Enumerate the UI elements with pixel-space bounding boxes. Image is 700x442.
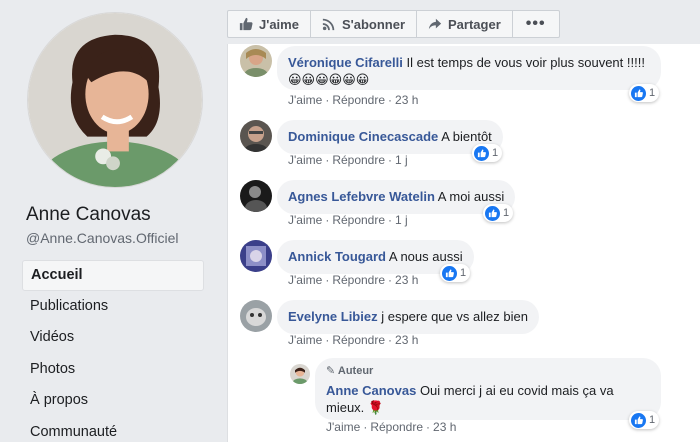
comment-like-link[interactable]: J'aime — [326, 420, 360, 434]
comments-panel: Véronique Cifarelli Il est temps de vous… — [227, 44, 700, 442]
page-title[interactable]: Anne Canovas — [26, 204, 151, 226]
comment-author[interactable]: Evelyne Libiez — [288, 309, 378, 324]
comment-actions: J'aime · Répondre · 1 j — [288, 153, 408, 167]
comment-author[interactable]: Agnes Lefebvre Watelin — [288, 189, 435, 204]
commenter-avatar[interactable] — [240, 120, 272, 152]
page-action-toolbar: J'aime S'abonner Partager ••• — [227, 10, 560, 38]
comment-actions: J'aime · Répondre · 23 h — [288, 93, 419, 107]
comment-time[interactable]: 23 h — [395, 273, 418, 287]
comment-like-link[interactable]: J'aime — [288, 93, 322, 107]
nav-item-communaute[interactable]: Communauté — [22, 418, 204, 442]
author-badge: ✎ Auteur — [326, 365, 374, 377]
nav-item-publications[interactable]: Publications — [22, 292, 204, 323]
commenter-avatar[interactable] — [240, 45, 272, 77]
more-options-button[interactable]: ••• — [511, 10, 560, 38]
share-label: Partager — [448, 16, 501, 32]
comment-text: A bientôt — [441, 129, 492, 144]
like-reaction-icon — [485, 205, 500, 221]
comment-like-link[interactable]: J'aime — [288, 333, 322, 347]
rose-emoji: 🌹 — [367, 400, 385, 415]
comment-actions: J'aime · Répondre · 23 h — [288, 333, 419, 347]
commenter-avatar[interactable] — [240, 300, 272, 332]
nav-item-photos[interactable]: Photos — [22, 355, 204, 386]
like-page-button[interactable]: J'aime — [227, 10, 311, 38]
comment-reply-link[interactable]: Répondre — [332, 93, 385, 107]
nav-item-accueil[interactable]: Accueil — [22, 260, 204, 291]
like-reaction-icon — [474, 145, 489, 161]
comment-actions: J'aime · Répondre · 1 j — [288, 213, 408, 227]
comment-bubble: Evelyne Libiez j espere que vs allez bie… — [277, 300, 539, 334]
comment-actions: J'aime · Répondre · 23 h — [326, 420, 457, 434]
subscribe-button[interactable]: S'abonner — [309, 10, 417, 38]
comment-text: A moi aussi — [437, 189, 505, 204]
comment-reply-link[interactable]: Répondre — [332, 273, 385, 287]
comment-text: A nous aussi — [388, 249, 463, 264]
share-arrow-icon — [428, 17, 442, 31]
comment-time[interactable]: 23 h — [433, 420, 456, 434]
like-page-label: J'aime — [259, 16, 299, 32]
comment-author[interactable]: Annick Tougard — [288, 249, 386, 264]
comment-reply-link[interactable]: Répondre — [332, 153, 385, 167]
author-reply-avatar[interactable] — [290, 364, 310, 384]
comment-like-link[interactable]: J'aime — [288, 273, 322, 287]
profile-picture[interactable] — [27, 12, 203, 188]
subscribe-label: S'abonner — [341, 16, 405, 32]
page-sidebar: Anne Canovas @Anne.Canovas.Officiel Accu… — [0, 0, 214, 442]
comment-emojis: 😀😀😀😀😀😀 — [288, 72, 370, 87]
comment-text: j espere que vs allez bien — [381, 309, 528, 324]
reaction-count[interactable]: 1 — [483, 204, 514, 222]
comment-reply-link[interactable]: Répondre — [332, 213, 385, 227]
nav-item-videos[interactable]: Vidéos — [22, 323, 204, 354]
comment-like-link[interactable]: J'aime — [288, 153, 322, 167]
reaction-count[interactable]: 1 — [629, 84, 660, 102]
comment-reply-link[interactable]: Répondre — [370, 420, 423, 434]
comment-bubble: Véronique Cifarelli Il est temps de vous… — [277, 46, 661, 90]
reaction-count[interactable]: 1 — [629, 411, 660, 429]
like-reaction-icon — [631, 412, 646, 428]
nav-item-a-propos[interactable]: À propos — [22, 386, 204, 417]
author-reply-bubble: ✎ Auteur Anne Canovas Oui merci j ai eu … — [315, 358, 661, 420]
comment-author[interactable]: Anne Canovas — [326, 383, 416, 398]
comment-like-link[interactable]: J'aime — [288, 213, 322, 227]
comment-actions: J'aime · Répondre · 23 h — [288, 273, 419, 287]
commenter-avatar[interactable] — [240, 240, 272, 272]
pencil-icon: ✎ — [326, 365, 336, 377]
rss-icon — [322, 17, 336, 31]
comment-reply-link[interactable]: Répondre — [332, 333, 385, 347]
like-reaction-icon — [442, 265, 457, 281]
reaction-count[interactable]: 1 — [440, 264, 471, 282]
comment-time[interactable]: 1 j — [395, 153, 408, 167]
comment-author[interactable]: Véronique Cifarelli — [288, 55, 403, 70]
comment-text: Il est temps de vous voir plus souvent !… — [406, 55, 645, 70]
comment-author[interactable]: Dominique Cinecascade — [288, 129, 438, 144]
like-reaction-icon — [631, 85, 646, 101]
thumbs-up-icon — [239, 17, 253, 31]
comment-bubble: Agnes Lefebvre Watelin A moi aussi — [277, 180, 516, 214]
share-button[interactable]: Partager — [416, 10, 513, 38]
comment-time[interactable]: 23 h — [395, 93, 418, 107]
comment-time[interactable]: 23 h — [395, 333, 418, 347]
comment-time[interactable]: 1 j — [395, 213, 408, 227]
page-handle[interactable]: @Anne.Canovas.Officiel — [26, 230, 178, 246]
reaction-count[interactable]: 1 — [472, 144, 503, 162]
commenter-avatar[interactable] — [240, 180, 272, 212]
comment-bubble: Dominique Cinecascade A bientôt — [277, 120, 503, 154]
page-nav: Accueil Publications Vidéos Photos À pro… — [22, 260, 204, 442]
